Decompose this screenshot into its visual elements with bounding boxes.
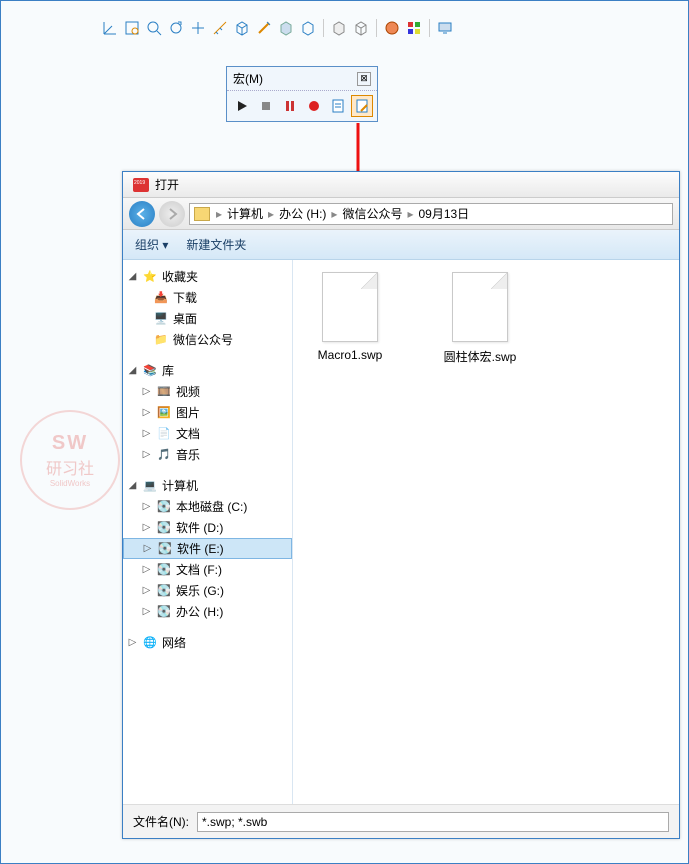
cube1-icon[interactable] bbox=[232, 18, 252, 38]
rotate-icon[interactable] bbox=[166, 18, 186, 38]
tree-network[interactable]: ▷🌐网络 bbox=[123, 632, 292, 653]
macro-file-icon[interactable] bbox=[327, 95, 349, 117]
file-list: Macro1.swp 圆柱体宏.swp bbox=[293, 260, 679, 804]
macro-panel: 宏(M) ⊠ bbox=[226, 66, 378, 122]
main-toolbar bbox=[100, 18, 455, 38]
newfolder-button[interactable]: 新建文件夹 bbox=[186, 236, 246, 253]
colors-icon[interactable] bbox=[404, 18, 424, 38]
macro-edit-icon[interactable] bbox=[351, 95, 373, 117]
tree-item[interactable]: 🖥️桌面 bbox=[123, 308, 292, 329]
file-icon bbox=[452, 272, 508, 342]
screen-icon[interactable] bbox=[435, 18, 455, 38]
tree-item-selected[interactable]: ▷💽软件 (E:) bbox=[123, 538, 292, 559]
breadcrumb[interactable]: ▸ 计算机▸ 办公 (H:)▸ 微信公众号▸ 09月13日 bbox=[189, 203, 673, 225]
tree-item[interactable]: ▷🎞️视频 bbox=[123, 381, 292, 402]
organize-button[interactable]: 组织 ▾ bbox=[135, 236, 168, 253]
tree-item[interactable]: ▷💽本地磁盘 (C:) bbox=[123, 496, 292, 517]
tree-item[interactable]: 📥下载 bbox=[123, 287, 292, 308]
filename-input[interactable] bbox=[197, 812, 669, 832]
nav-tree: ◢⭐收藏夹 📥下载 🖥️桌面 📁微信公众号 ◢📚库 ▷🎞️视频 ▷🖼️图片 ▷📄… bbox=[123, 260, 293, 804]
wireframe-icon[interactable] bbox=[351, 18, 371, 38]
folder-icon bbox=[194, 207, 210, 221]
tree-item[interactable]: ▷💽办公 (H:) bbox=[123, 601, 292, 622]
tree-computer[interactable]: ◢💻计算机 bbox=[123, 475, 292, 496]
file-item[interactable]: 圆柱体宏.swp bbox=[435, 272, 525, 365]
select-icon[interactable] bbox=[122, 18, 142, 38]
zoom-icon[interactable] bbox=[144, 18, 164, 38]
tree-item[interactable]: ▷🎵音乐 bbox=[123, 444, 292, 465]
record-icon[interactable] bbox=[303, 95, 325, 117]
file-item[interactable]: Macro1.swp bbox=[305, 272, 395, 365]
dialog-titlebar: 打开 bbox=[123, 172, 679, 198]
dialog-title-text: 打开 bbox=[155, 176, 179, 193]
nav-forward-button bbox=[159, 201, 185, 227]
app-icon bbox=[133, 178, 149, 192]
macro-title: 宏(M) bbox=[233, 70, 263, 87]
pause-icon[interactable] bbox=[279, 95, 301, 117]
tree-item[interactable]: ▷🖼️图片 bbox=[123, 402, 292, 423]
close-icon[interactable]: ⊠ bbox=[357, 72, 371, 86]
tree-item[interactable]: ▷💽软件 (D:) bbox=[123, 517, 292, 538]
file-icon bbox=[322, 272, 378, 342]
sketch-icon[interactable] bbox=[254, 18, 274, 38]
filename-label: 文件名(N): bbox=[133, 813, 189, 830]
cube4-icon[interactable] bbox=[329, 18, 349, 38]
pan-icon[interactable] bbox=[188, 18, 208, 38]
tree-item[interactable]: ▷💽娱乐 (G:) bbox=[123, 580, 292, 601]
tree-item[interactable]: ▷📄文档 bbox=[123, 423, 292, 444]
open-dialog: 打开 ▸ 计算机▸ 办公 (H:)▸ 微信公众号▸ 09月13日 组织 ▾ 新建… bbox=[122, 171, 680, 839]
nav-back-button[interactable] bbox=[129, 201, 155, 227]
tree-item[interactable]: 📁微信公众号 bbox=[123, 329, 292, 350]
tree-library[interactable]: ◢📚库 bbox=[123, 360, 292, 381]
tree-item[interactable]: ▷💽文档 (F:) bbox=[123, 559, 292, 580]
measure-icon[interactable] bbox=[210, 18, 230, 38]
tree-favorites[interactable]: ◢⭐收藏夹 bbox=[123, 266, 292, 287]
axis-icon[interactable] bbox=[100, 18, 120, 38]
sphere-icon[interactable] bbox=[382, 18, 402, 38]
cube2-icon[interactable] bbox=[276, 18, 296, 38]
play-icon[interactable] bbox=[231, 95, 253, 117]
cube3-icon[interactable] bbox=[298, 18, 318, 38]
stop-icon[interactable] bbox=[255, 95, 277, 117]
